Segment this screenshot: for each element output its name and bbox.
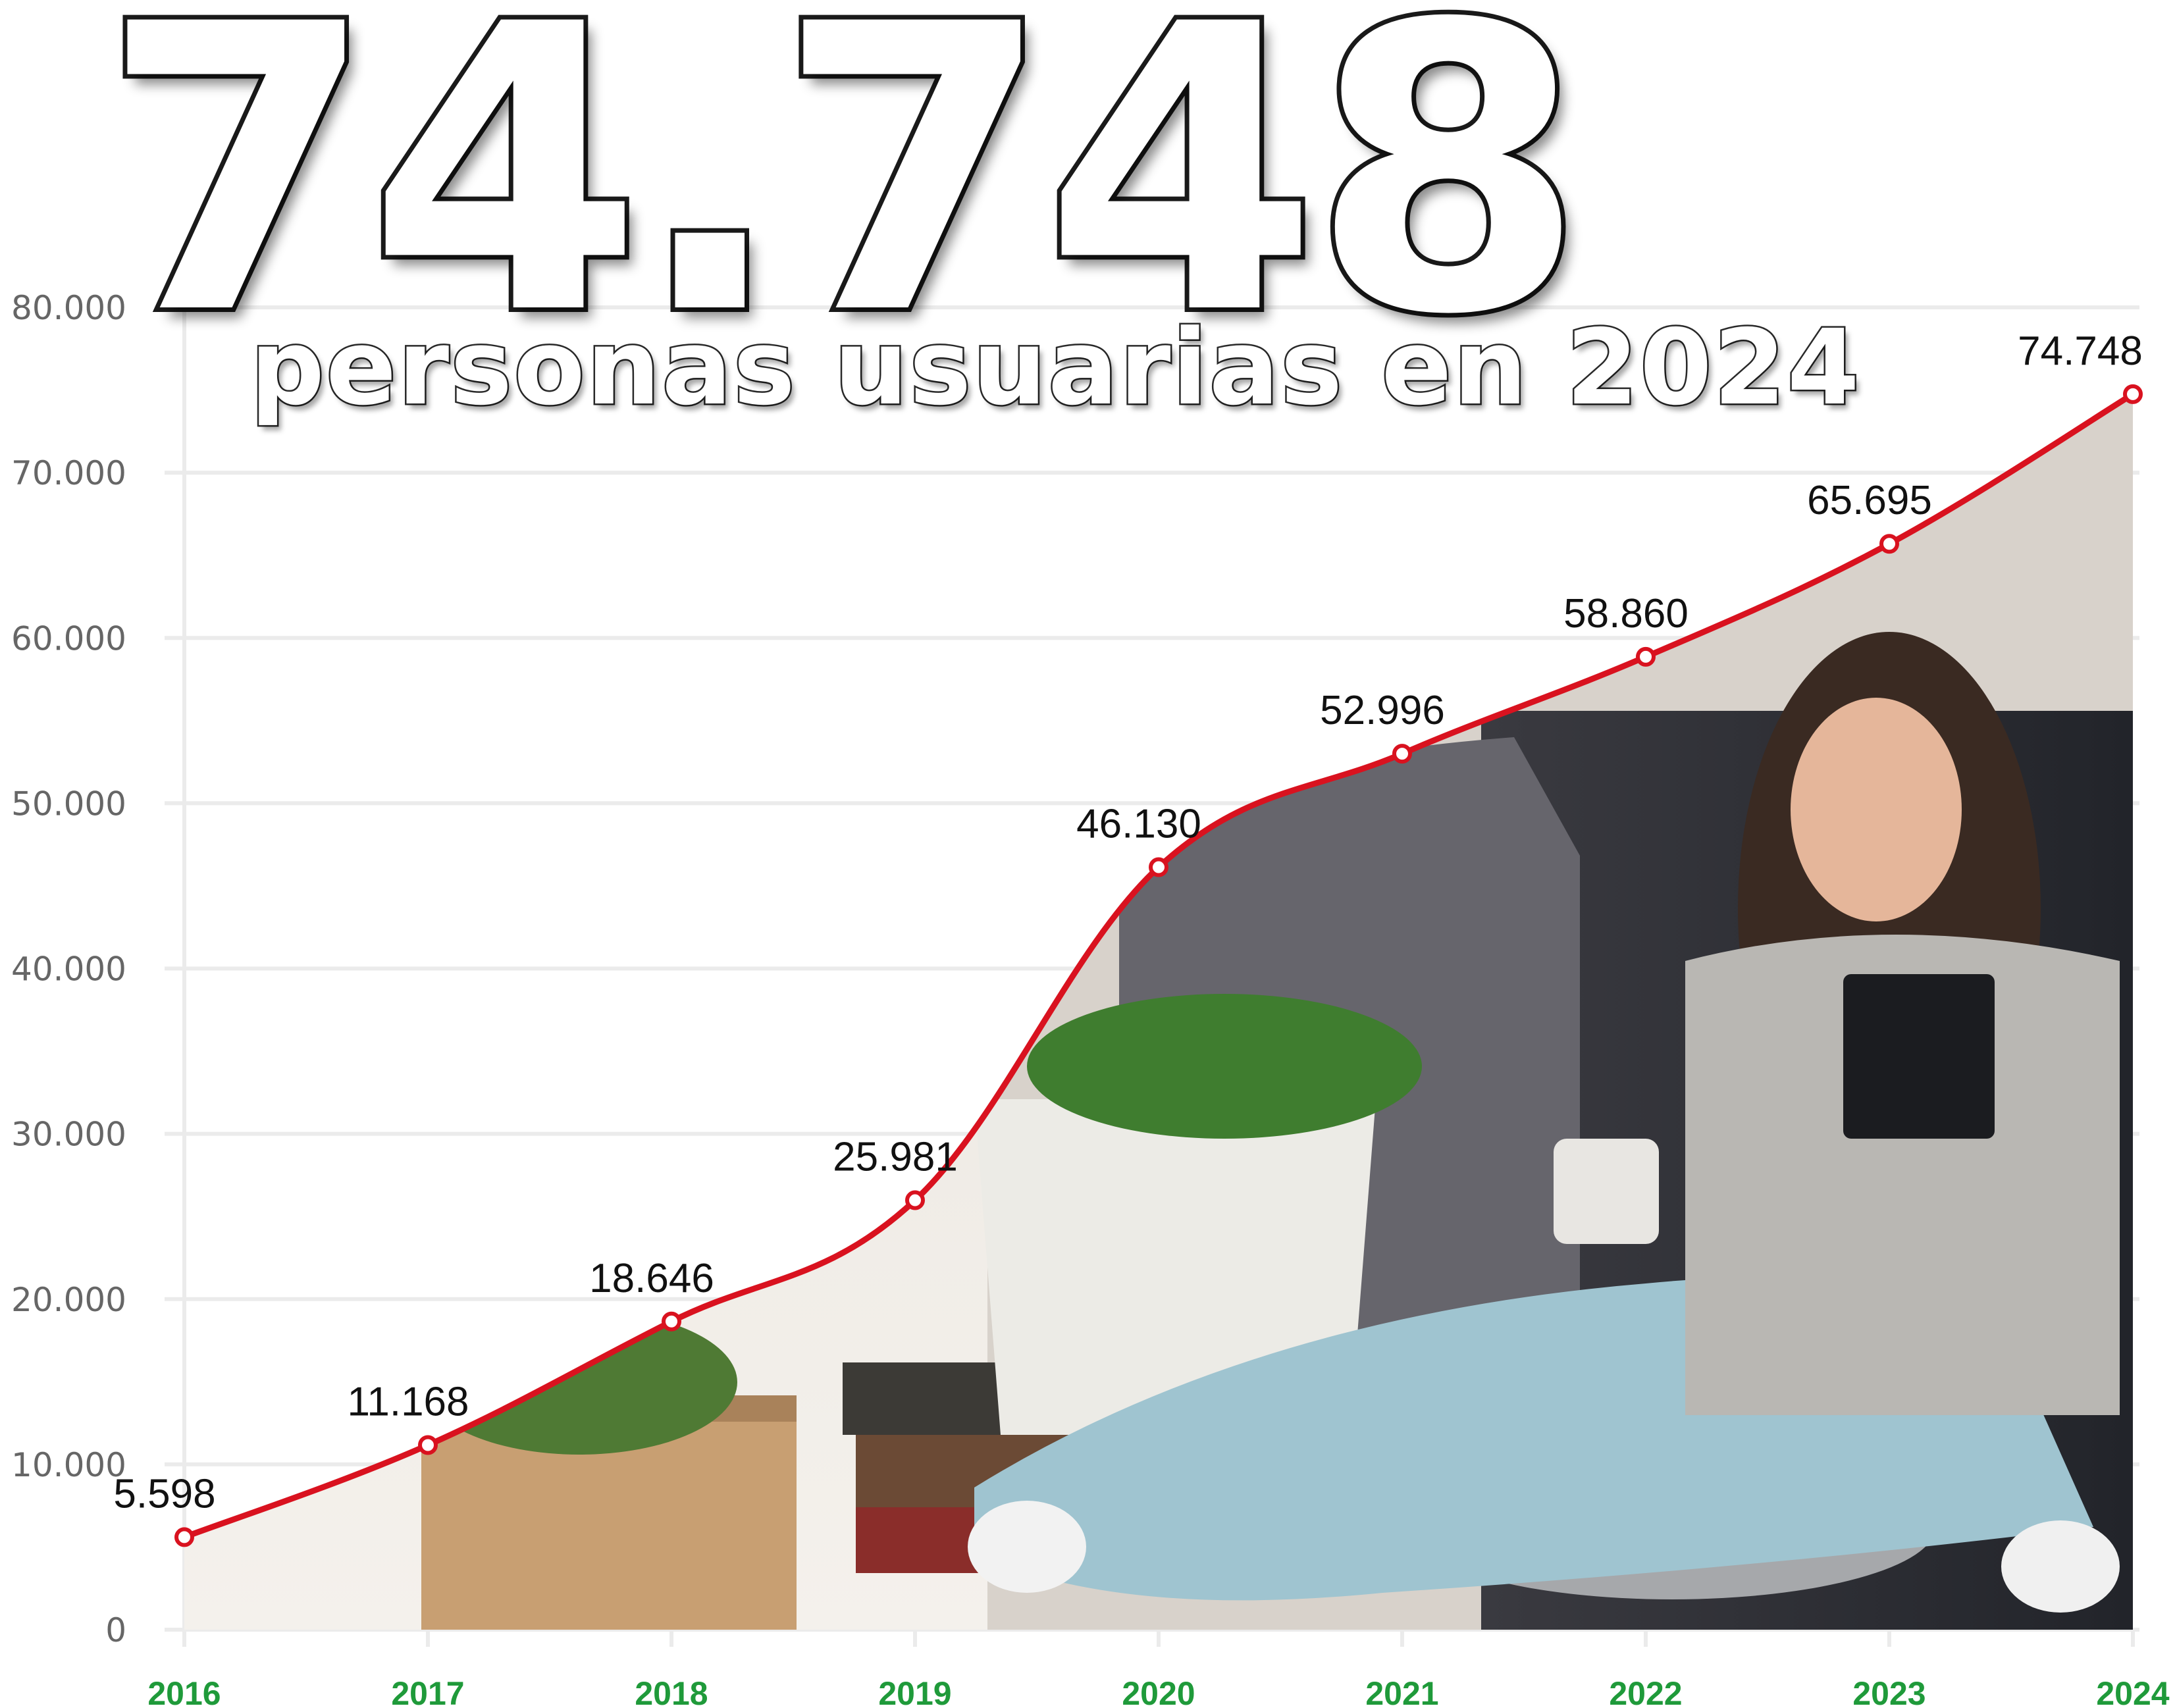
y-tick-label: 10.000 [11,1446,126,1484]
data-point [2123,384,2143,404]
x-tick-label: 2018 [635,1675,708,1708]
data-point [905,1190,925,1210]
x-tick-label: 2022 [1609,1675,1682,1708]
data-label: 18.646 [589,1256,714,1301]
x-tick-label: 2023 [1852,1675,1926,1708]
data-point [1879,534,1899,554]
data-point [418,1435,438,1455]
headline-subtitle: personas usuarias en 2024 [249,307,1862,428]
data-point [1149,857,1168,877]
data-point [1392,744,1412,764]
data-point [174,1527,194,1547]
data-label: 11.168 [347,1380,469,1425]
x-tick-label: 2024 [2096,1675,2169,1708]
x-tick-label: 2016 [147,1675,221,1708]
data-point [662,1311,681,1332]
y-axis: 0 10.000 20.000 30.000 40.000 50.000 60.000 70.… [11,289,126,1649]
data-label: 5.598 [113,1471,215,1516]
x-tick-label: 2019 [878,1675,951,1708]
y-tick-label: 20.000 [11,1281,126,1319]
y-tick-label: 60.000 [11,619,126,658]
data-point [1636,646,1656,667]
data-label: 74.748 [2018,328,2143,374]
data-label: 52.996 [1320,688,1445,733]
x-axis: 2016 2017 2018 2019 2020 2021 2022 2023 2024 [147,1630,2170,1708]
y-tick-label: 70.000 [11,454,126,492]
x-tick-label: 2021 [1365,1675,1438,1708]
y-tick-label: 50.000 [11,785,126,823]
data-label: 46.130 [1076,802,1201,847]
data-label: 25.981 [833,1135,958,1180]
data-label: 58.860 [1563,591,1689,636]
x-tick-label: 2020 [1122,1675,1195,1708]
x-tick-label: 2017 [391,1675,464,1708]
y-tick-label: 40.000 [11,950,126,989]
background-photo [184,394,2133,1630]
data-label: 65.695 [1807,478,1932,523]
y-tick-label: 0 [105,1611,126,1649]
y-tick-label: 30.000 [11,1116,126,1154]
